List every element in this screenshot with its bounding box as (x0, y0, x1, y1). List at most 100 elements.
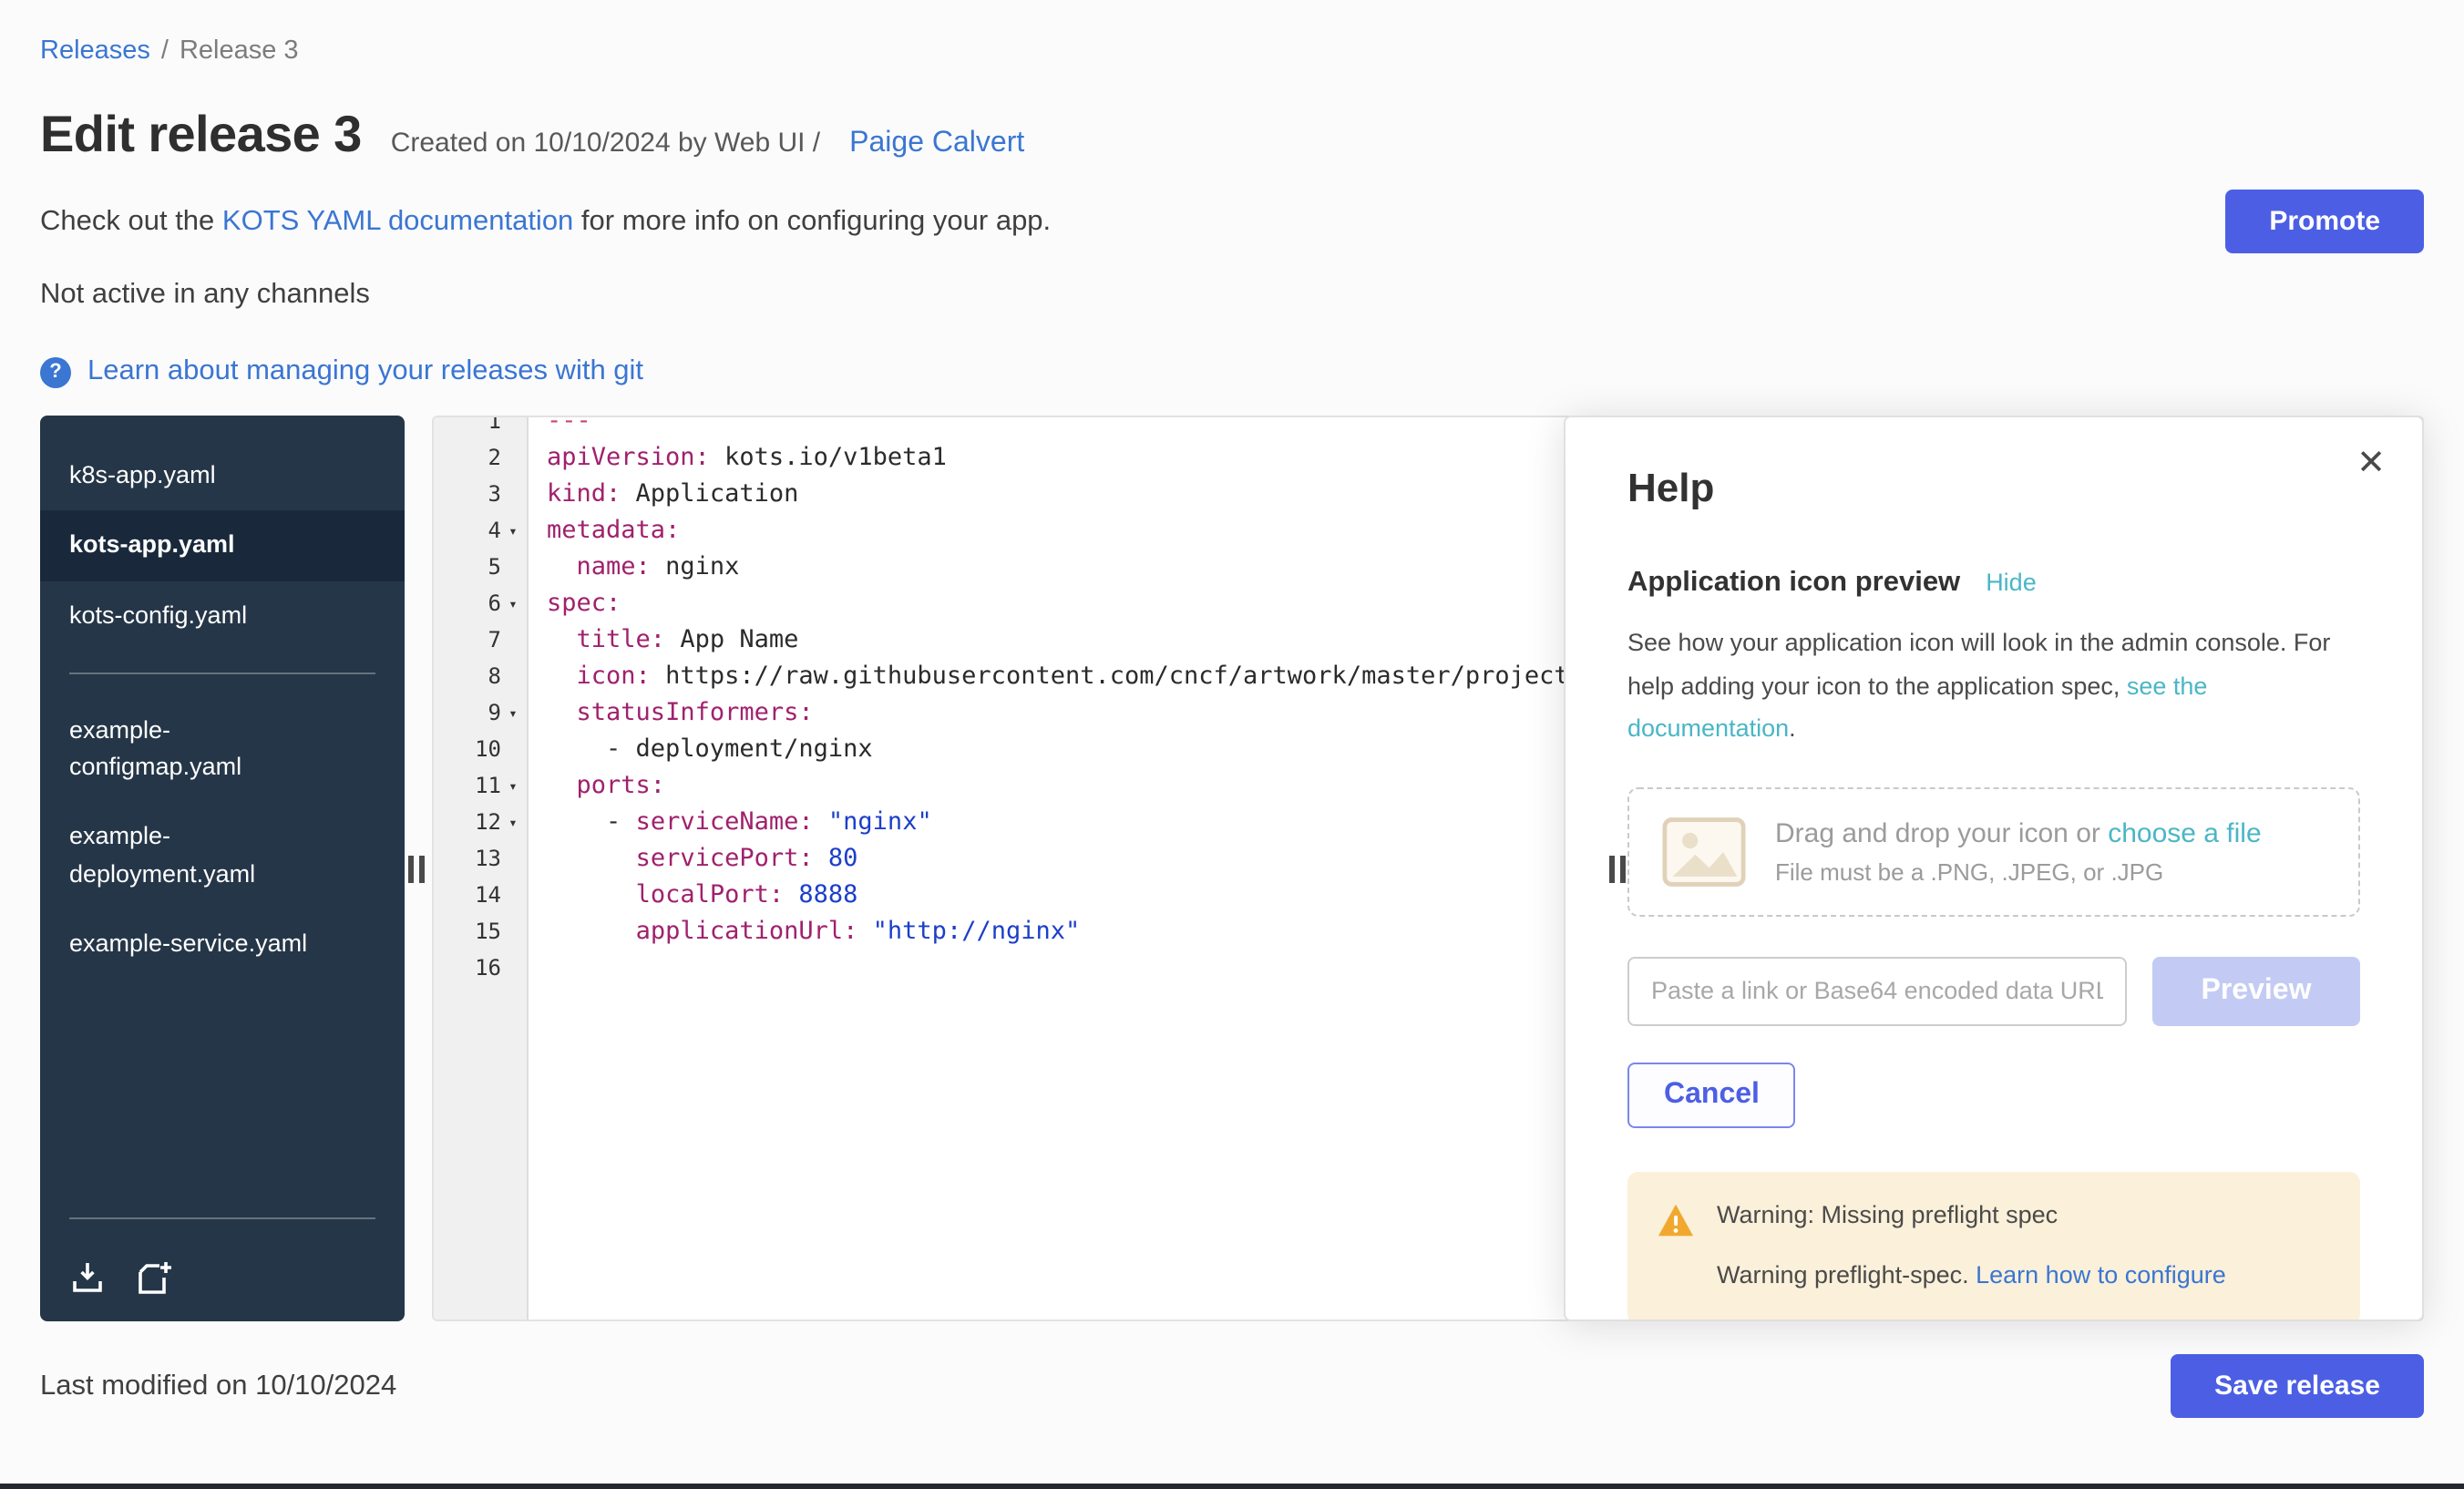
warning-box: Warning: Missing preflight spec Warning … (1627, 1172, 2360, 1321)
drop-instruction: Drag and drop your icon or (1775, 818, 2108, 849)
file-item[interactable]: kots-app.yaml (40, 511, 405, 581)
line-number: 10 (475, 736, 501, 762)
pane-resize-handle-right[interactable] (1609, 855, 1626, 882)
channel-status: Not active in any channels (40, 279, 2424, 312)
help-description-text: See how your application icon will look … (1627, 629, 2330, 699)
gutter-line: 14 (434, 877, 529, 913)
line-number: 15 (475, 919, 501, 944)
help-panel-title: Help (1627, 465, 2360, 512)
docs-hint-prefix: Check out the (40, 205, 222, 236)
breadcrumb-current: Release 3 (180, 36, 299, 66)
warning-title: Warning: Missing preflight spec (1717, 1201, 2226, 1228)
fold-toggle-icon[interactable]: ▾ (501, 777, 525, 794)
created-by-link[interactable]: Paige Calvert (849, 128, 1024, 160)
title-row: Edit release 3 Created on 10/10/2024 by … (40, 106, 2424, 164)
line-number: 6 (488, 590, 501, 616)
gutter-line: 10 (434, 731, 529, 767)
file-item[interactable]: example-service.yaml (40, 909, 405, 980)
icon-dropzone[interactable]: Drag and drop your icon or choose a file… (1627, 787, 2360, 917)
file-item[interactable]: example-deployment.yaml (40, 803, 405, 909)
gutter-line: 6▾ (434, 585, 529, 621)
save-release-button[interactable]: Save release (2171, 1354, 2424, 1418)
file-list: k8s-app.yamlkots-app.yamlkots-config.yam… (40, 441, 405, 979)
editor-workspace: k8s-app.yamlkots-app.yamlkots-config.yam… (40, 416, 2424, 1321)
sidebar-divider (69, 1217, 375, 1219)
icon-preview-title: Application icon preview (1627, 567, 1960, 600)
choose-file-link[interactable]: choose a file (2108, 818, 2261, 849)
gutter-line: 13 (434, 840, 529, 877)
help-description-period: . (1789, 715, 1796, 743)
sidebar-group-divider (69, 673, 375, 674)
warning-text: Warning: Missing preflight spec Warning … (1717, 1201, 2226, 1289)
gutter-line: 1 (434, 416, 529, 439)
line-number: 4 (488, 518, 501, 543)
breadcrumb-separator: / (161, 36, 169, 66)
promote-button[interactable]: Promote (2225, 190, 2424, 253)
file-type-hint: File must be a .PNG, .JPEG, or .JPG (1775, 858, 2262, 886)
gutter-line: 9▾ (434, 694, 529, 731)
help-panel: ✕ Help Application icon preview Hide See… (1564, 416, 2424, 1321)
gutter-line: 2 (434, 439, 529, 476)
cancel-button[interactable]: Cancel (1627, 1063, 1796, 1128)
dropzone-text: Drag and drop your icon or choose a file… (1775, 818, 2262, 886)
fold-toggle-icon[interactable]: ▾ (501, 595, 525, 611)
line-number: 1 (488, 416, 501, 434)
new-file-icon[interactable] (135, 1259, 173, 1296)
git-releases-link[interactable]: Learn about managing your releases with … (87, 355, 643, 388)
kots-yaml-docs-link[interactable]: KOTS YAML documentation (222, 205, 573, 236)
warning-detail: Warning preflight-spec. (1717, 1261, 1976, 1289)
footer: Last modified on 10/10/2024 Save release (40, 1354, 2424, 1418)
intro-row: Check out the KOTS YAML documentation fo… (40, 190, 2424, 253)
created-text: Created on 10/10/2024 by Web UI / (391, 128, 820, 159)
fold-toggle-icon[interactable]: ▾ (501, 814, 525, 830)
docs-hint: Check out the KOTS YAML documentation fo… (40, 205, 1051, 238)
gutter-line: 4▾ (434, 512, 529, 549)
icon-url-input[interactable] (1627, 957, 2127, 1026)
git-help-row: ? Learn about managing your releases wit… (40, 355, 2424, 388)
line-number: 5 (488, 554, 501, 580)
pane-resize-handle-left[interactable] (408, 855, 425, 882)
line-number: 14 (475, 882, 501, 908)
gutter-line: 12▾ (434, 804, 529, 840)
sidebar-actions (40, 1241, 405, 1321)
gutter-line: 16 (434, 950, 529, 986)
gutter-line: 8 (434, 658, 529, 694)
file-sidebar: k8s-app.yamlkots-app.yamlkots-config.yam… (40, 416, 405, 1321)
preflight-configure-link[interactable]: Learn how to configure (1976, 1261, 2226, 1289)
help-circle-icon: ? (40, 356, 71, 387)
line-number: 11 (475, 773, 501, 798)
line-number: 12 (475, 809, 501, 835)
file-item[interactable]: kots-config.yaml (40, 580, 405, 651)
fold-toggle-icon[interactable]: ▾ (501, 522, 525, 539)
page-title: Edit release 3 (40, 106, 362, 164)
line-number: 7 (488, 627, 501, 652)
breadcrumb-releases-link[interactable]: Releases (40, 36, 150, 66)
window-bottom-edge (0, 1484, 2464, 1489)
warning-icon (1657, 1203, 1695, 1289)
breadcrumb: Releases / Release 3 (40, 36, 2424, 66)
file-item[interactable]: k8s-app.yaml (40, 441, 405, 511)
line-number: 8 (488, 663, 501, 689)
last-modified-text: Last modified on 10/10/2024 (40, 1370, 396, 1402)
line-number: 3 (488, 481, 501, 507)
editor-gutter: 1234▾56▾789▾1011▾12▾13141516 (434, 416, 529, 986)
gutter-line: 5 (434, 549, 529, 585)
preview-button[interactable]: Preview (2152, 957, 2360, 1026)
app-root: Releases / Release 3 Edit release 3 Create… (0, 0, 2464, 1489)
line-number: 2 (488, 445, 501, 470)
icon-preview-header: Application icon preview Hide (1627, 567, 2360, 600)
line-number: 16 (475, 955, 501, 981)
gutter-line: 7 (434, 621, 529, 658)
icon-url-row: Preview (1627, 957, 2360, 1026)
hide-link[interactable]: Hide (1986, 569, 2037, 596)
image-placeholder-icon (1662, 816, 1746, 888)
fold-toggle-icon[interactable]: ▾ (501, 704, 525, 721)
docs-hint-suffix: for more info on configuring your app. (573, 205, 1051, 236)
help-description: See how your application icon will look … (1627, 621, 2360, 751)
close-icon[interactable]: ✕ (2356, 443, 2386, 485)
gutter-line: 15 (434, 913, 529, 950)
sidebar-bottom (40, 1196, 405, 1321)
release-editor-page: Releases / Release 3 Edit release 3 Create… (0, 0, 2464, 1482)
upload-file-icon[interactable] (69, 1259, 106, 1296)
file-item[interactable]: example-configmap.yaml (40, 696, 405, 803)
